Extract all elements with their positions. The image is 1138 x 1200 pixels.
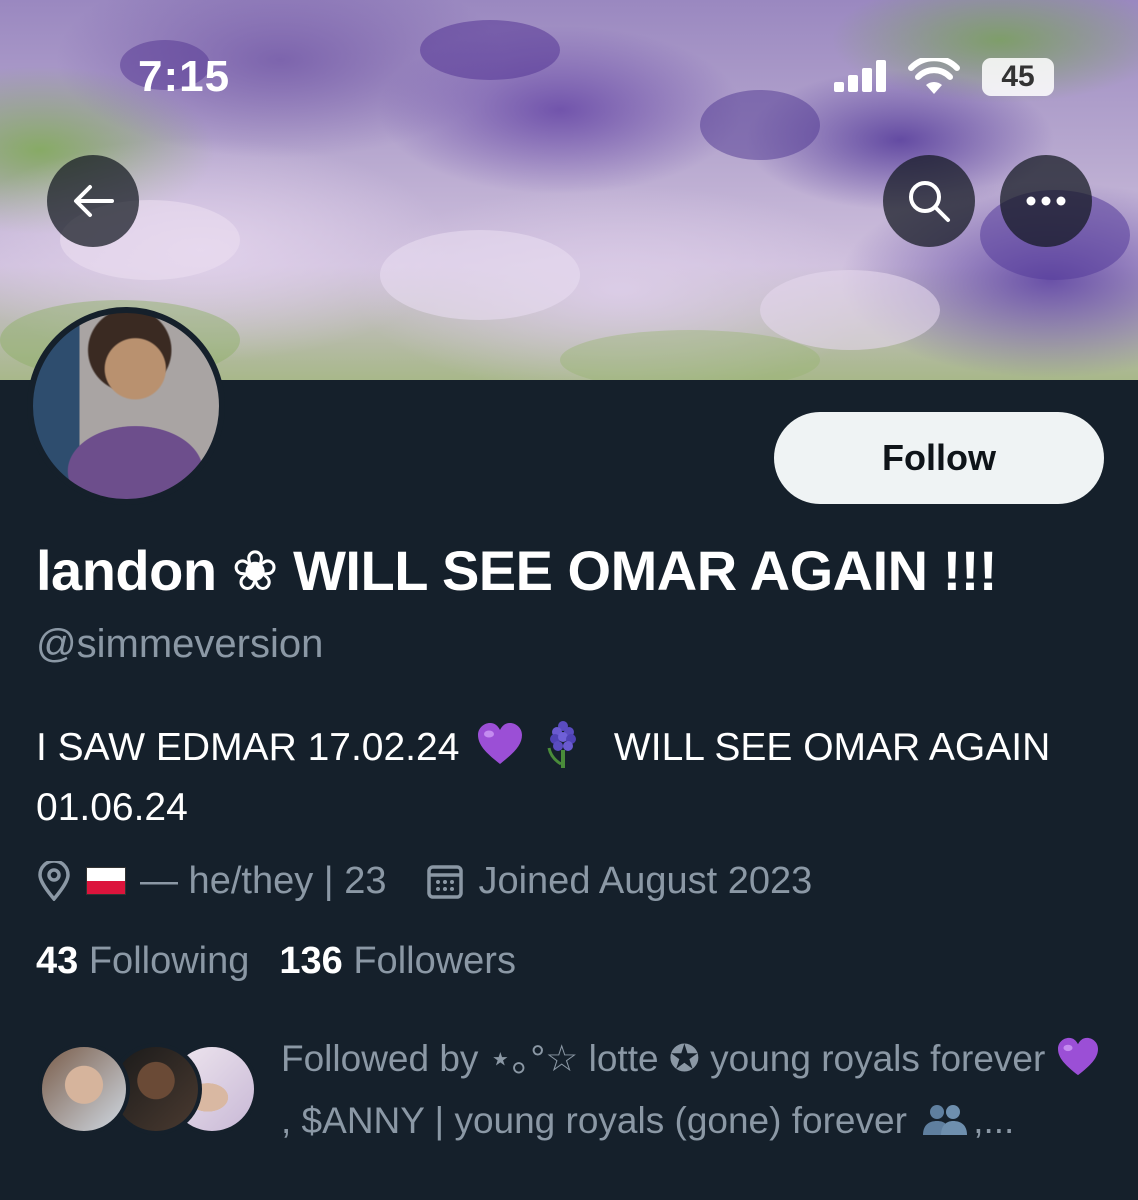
location-text: — he/they | 23 bbox=[140, 859, 387, 902]
more-options-button[interactable] bbox=[1000, 155, 1092, 247]
following-label: Following bbox=[88, 940, 250, 982]
search-button[interactable] bbox=[883, 155, 975, 247]
battery-icon: 45 bbox=[982, 58, 1054, 96]
purple-heart-icon bbox=[1057, 1037, 1098, 1076]
battery-level: 45 bbox=[1001, 60, 1035, 93]
bio-text-1: I SAW EDMAR 17.02.24 bbox=[36, 726, 460, 769]
followed-by-part-2: , $ANNY | young royals (gone) forever bbox=[281, 1100, 907, 1141]
mutual-follower-avatar bbox=[38, 1043, 130, 1135]
people-silhouette-icon bbox=[923, 1105, 968, 1135]
joined-date: Joined August 2023 bbox=[478, 859, 813, 902]
wifi-icon bbox=[908, 58, 960, 94]
more-horizontal-icon bbox=[1026, 196, 1066, 206]
followed-by-part-1: Followed by ⋆｡°☆ lotte ✪ young royals fo… bbox=[281, 1038, 1046, 1079]
profile-meta: — he/they | 23 Joined August 2023 bbox=[36, 856, 812, 906]
followers-link[interactable]: 136 Followers bbox=[279, 940, 516, 982]
purple-heart-icon bbox=[478, 723, 523, 764]
followed-by-text[interactable]: Followed by ⋆｡°☆ lotte ✪ young royals fo… bbox=[281, 1028, 1101, 1152]
profile-bio: I SAW EDMAR 17.02.24 WILL SEE OMAR AGAIN… bbox=[36, 718, 1106, 838]
followers-count: 136 bbox=[279, 940, 343, 982]
back-button[interactable] bbox=[47, 155, 139, 247]
poland-flag-icon bbox=[86, 867, 126, 895]
display-name: landon ❀ WILL SEE OMAR AGAIN !!! bbox=[36, 539, 998, 602]
status-time: 7:15 bbox=[138, 52, 231, 101]
following-link[interactable]: 43 Following bbox=[36, 940, 249, 982]
arrow-left-icon bbox=[74, 185, 114, 217]
hyacinth-icon bbox=[547, 721, 577, 768]
user-handle: @simmeversion bbox=[36, 622, 324, 666]
status-bar: 7:15 45 bbox=[0, 0, 1138, 110]
follow-counts: 43 Following 136 Followers bbox=[36, 940, 516, 983]
following-count: 43 bbox=[36, 940, 79, 982]
search-icon bbox=[909, 181, 950, 222]
mutual-followers-avatars[interactable] bbox=[38, 1043, 258, 1135]
followers-label: Followers bbox=[353, 940, 516, 982]
follow-button[interactable]: Follow bbox=[774, 412, 1104, 504]
profile-avatar[interactable] bbox=[27, 307, 225, 505]
calendar-icon bbox=[427, 865, 464, 899]
followed-by-part-3: ,... bbox=[973, 1100, 1015, 1141]
location-pin-icon bbox=[38, 861, 70, 901]
cellular-signal-icon bbox=[834, 60, 890, 92]
